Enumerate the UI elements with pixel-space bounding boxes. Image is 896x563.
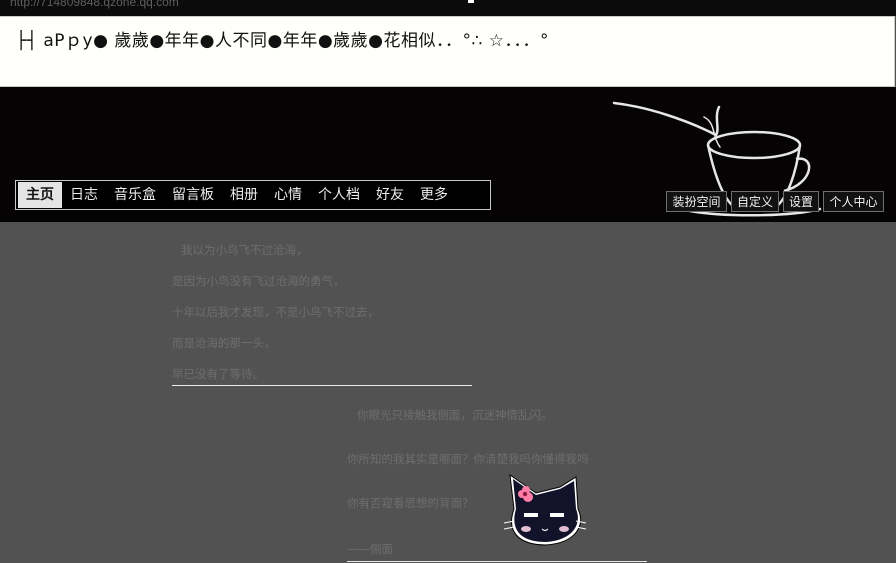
lyric-line: 你眼光只接触我侧面，沉迷神情乱闪。 xyxy=(357,408,553,422)
space-title-bar: ├┤ aPｐy● 歲歲●年年●人不同●年年●歲歲●花相似．．°∴ ☆．．．° xyxy=(0,16,895,87)
poem-line: 而是沧海的那一头， xyxy=(172,336,276,350)
lyric-line: 你所知的我其实是哪面？你清楚我吗你懂得我吗 xyxy=(347,452,589,466)
cat-mascot-icon xyxy=(503,473,587,546)
space-header: 主页 日志 音乐盒 留言板 相册 心情 个人档 好友 更多 装扮空间 自定义 设… xyxy=(0,87,896,222)
decorate-space-button[interactable]: 装扮空间 xyxy=(666,191,727,212)
customize-button[interactable]: 自定义 xyxy=(731,191,779,212)
nav-more[interactable]: 更多 xyxy=(412,182,456,208)
poem-line: 早已没有了等待。 xyxy=(172,367,264,381)
browser-address-bar: http://714809848.qzone.qq.com xyxy=(0,0,896,16)
nav-profile[interactable]: 个人档 xyxy=(310,182,368,208)
settings-button[interactable]: 设置 xyxy=(783,191,819,212)
poem-line: 我以为小鸟飞不过沧海， xyxy=(181,243,308,257)
lyric-line: 你有否窥看思想的背面？ xyxy=(347,496,474,510)
space-title: ├┤ aPｐy● 歲歲●年年●人不同●年年●歲歲●花相似．．°∴ ☆．．．° xyxy=(16,31,549,51)
nav-blog[interactable]: 日志 xyxy=(62,182,106,208)
profile-center-button[interactable]: 个人中心 xyxy=(823,191,884,212)
nav-home[interactable]: 主页 xyxy=(18,182,62,208)
divider xyxy=(347,561,647,562)
poem-line: 十年以后我才发现，不是小鸟飞不过去， xyxy=(172,305,379,319)
poem-line: 是因为小鸟没有飞过沧海的勇气， xyxy=(172,274,345,288)
lyric-line: ——侧面 xyxy=(347,542,393,556)
nav-mood[interactable]: 心情 xyxy=(266,182,310,208)
nav-music-box[interactable]: 音乐盒 xyxy=(106,182,164,208)
divider xyxy=(172,385,472,386)
nav-album[interactable]: 相册 xyxy=(222,182,266,208)
browser-url: http://714809848.qzone.qq.com xyxy=(10,0,179,9)
status-indicator xyxy=(468,0,474,3)
main-navigation: 主页 日志 音乐盒 留言板 相册 心情 个人档 好友 更多 xyxy=(15,180,491,210)
nav-friends[interactable]: 好友 xyxy=(368,182,412,208)
nav-message-board[interactable]: 留言板 xyxy=(164,182,222,208)
